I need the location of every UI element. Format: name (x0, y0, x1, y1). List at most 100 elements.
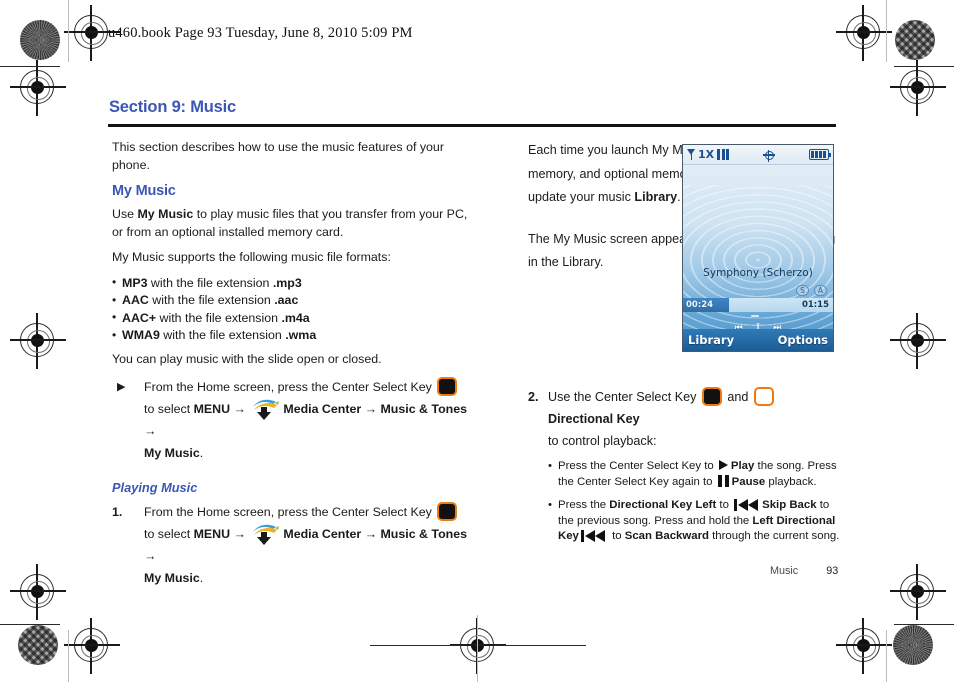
softkey-library[interactable]: Library (688, 333, 734, 347)
gps-icon (763, 149, 776, 162)
status-left-group: 1X (687, 149, 730, 160)
bullet1-seg1: Press the Center Select Key to (558, 460, 717, 472)
slide-note: You can play music with the slide open o… (112, 351, 382, 366)
left-column: This section describes how to use the mu… (112, 139, 472, 593)
list-item: MP3 with the file extension .mp3 (112, 274, 472, 293)
media-center-icon (252, 524, 280, 546)
playback-bullet-list: Press the Center Select Key to Play the … (548, 458, 840, 545)
format-name: WMA9 (122, 328, 160, 343)
bullet2-seg4: to (608, 530, 625, 543)
step-lead-text: From the Home screen, press the Center S… (144, 505, 432, 520)
bullet1-seg3: playback. (765, 475, 817, 488)
directional-key-icon (753, 387, 774, 406)
pause-icon (717, 474, 729, 487)
capability-badges: S A (796, 285, 827, 296)
media-center-icon (252, 399, 280, 421)
step2-lead: Use the Center Select Key (548, 390, 697, 404)
bullet2-b2: Skip Back (762, 499, 817, 512)
phone-screenshot: 1X Symphony (Scherzo) S A 00:24 01:15 ⏮ … (682, 144, 834, 352)
my-music-desc-pre: Use (112, 207, 138, 221)
formats-intro: My Music supports the following music fi… (112, 250, 391, 264)
page-footer: Music 93 (770, 565, 838, 577)
music-tones-label: Music & Tones (380, 402, 468, 417)
center-select-key-icon (437, 377, 458, 397)
format-ext: .aac (274, 293, 299, 308)
format-mid: with the file extension (147, 275, 273, 290)
status-badge: A (813, 285, 827, 296)
arrow-separator: → (233, 527, 246, 542)
bullet2-b1: Directional Key Left (609, 499, 717, 512)
step-period: . (199, 571, 204, 586)
status-badge: S (796, 285, 809, 296)
step2-tail: to control playback: (548, 434, 657, 448)
bullet2-seg2: to (716, 499, 733, 512)
menu-label: MENU (193, 527, 231, 542)
my-music-description: Use My Music to play music files that yo… (112, 206, 472, 241)
wallpaper-ripples (683, 185, 833, 336)
arrow-separator: → (364, 402, 378, 417)
antenna-icon (687, 149, 696, 160)
phone-softkey-bar: Library Options (683, 329, 833, 351)
format-ext: .mp3 (272, 275, 302, 290)
format-mid: with the file extension (148, 293, 275, 308)
list-item: AAC with the file extension .aac (112, 292, 472, 310)
signal-strength-icon (717, 149, 730, 160)
total-time: 01:15 (801, 300, 829, 310)
list-item: WMA9 with the file extension .wma (112, 327, 472, 345)
menu-label: MENU (193, 402, 231, 417)
step-body: From the Home screen, press the Center S… (144, 501, 472, 589)
format-mid: with the file extension (159, 328, 286, 343)
bullet2-seg1: Press the (558, 499, 610, 512)
step-marker-2: 2. (528, 390, 539, 404)
directional-key-label: Directional Key (548, 412, 640, 426)
my-music-label: My Music (144, 446, 200, 461)
nav-step-1: 1. From the Home screen, press the Cente… (112, 501, 472, 589)
heading-my-music: My Music (112, 183, 176, 199)
repeat-mode-icon[interactable] (751, 315, 759, 317)
step-body: From the Home screen, press the Center S… (144, 376, 472, 464)
step-select-word: to select (144, 402, 194, 417)
now-playing-title: Symphony (Scherzo) (703, 267, 813, 279)
skip-back-icon (734, 498, 760, 511)
format-name: MP3 (122, 275, 148, 290)
softkey-options[interactable]: Options (778, 333, 828, 347)
arrow-separator: → (233, 402, 246, 417)
intro-paragraph: This section describes how to use the mu… (112, 140, 444, 172)
step2-and: and (727, 390, 749, 404)
format-name: AAC (122, 293, 149, 308)
right-p1-post: . (677, 190, 681, 204)
footer-page-number: 93 (826, 565, 839, 577)
format-ext: .wma (285, 328, 317, 343)
list-item: Press the Center Select Key to Play the … (548, 458, 840, 490)
format-list: MP3 with the file extension .mp3 AAC wit… (112, 274, 472, 345)
page-content: Section 9: Music This section describes … (0, 0, 954, 682)
format-name: AAC+ (122, 310, 157, 325)
list-item: Press the Directional Key Left to Skip B… (548, 498, 840, 545)
bullet2-seg5: through the current song. (708, 530, 840, 543)
step-marker-arrow: ▶ (117, 381, 126, 394)
play-bold: Play (730, 460, 755, 472)
my-music-label: My Music (144, 571, 200, 586)
arrow-separator: → (144, 424, 157, 439)
step-body: Use the Center Select Key and Directiona… (548, 386, 840, 452)
center-select-key-icon (701, 387, 722, 406)
footer-chapter: Music (770, 565, 799, 577)
step-2-block: 2. Use the Center Select Key and Directi… (528, 386, 840, 553)
list-item: AAC+ with the file extension .m4a (112, 309, 472, 328)
step-period: . (199, 446, 204, 461)
step-select-word: to select (144, 527, 194, 542)
library-bold: Library (634, 190, 678, 204)
nav-step-2: 2. Use the Center Select Key and Directi… (528, 386, 840, 452)
playback-progress-bar[interactable]: 00:24 01:15 (683, 298, 833, 312)
battery-icon (809, 149, 832, 160)
nav-step-arrow: ▶ From the Home screen, press the Center… (112, 376, 472, 464)
status-center-group (729, 145, 809, 164)
music-tones-label: Music & Tones (380, 527, 468, 542)
elapsed-time: 00:24 (686, 300, 714, 310)
heading-playing-music: Playing Music (112, 480, 198, 496)
arrow-separator: → (364, 527, 378, 542)
format-ext: .m4a (281, 310, 310, 325)
arrow-separator: → (144, 549, 157, 564)
pause-bold: Pause (731, 475, 766, 488)
page-title: Section 9: Music (109, 98, 236, 116)
